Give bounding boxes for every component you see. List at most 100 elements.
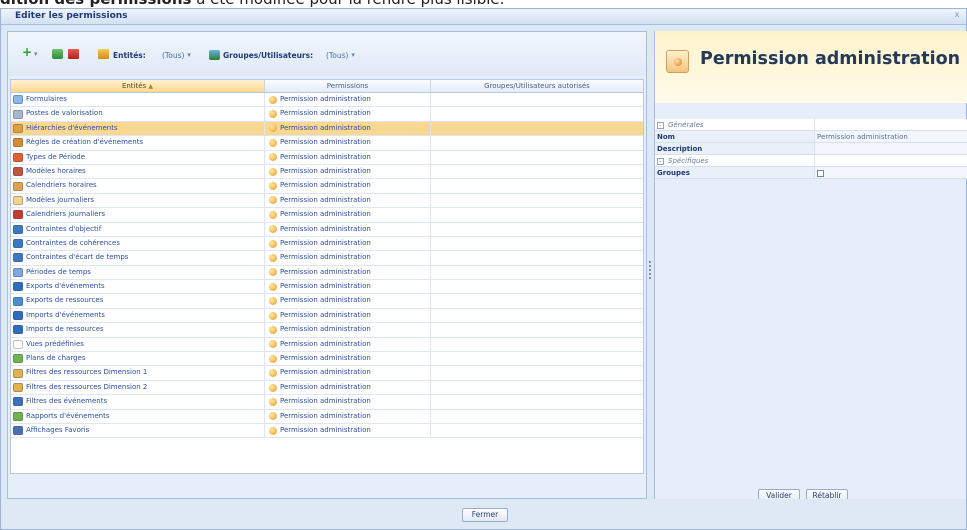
table-row[interactable]: Filtres des ressources Dimension 2 Permis…	[11, 380, 643, 396]
groups-cell[interactable]	[431, 237, 643, 250]
table-row[interactable]: Hiérarchies d'événements Permission admin…	[11, 121, 643, 137]
property-category[interactable]: - Générales	[655, 119, 967, 131]
add-icon[interactable]: +	[22, 45, 32, 59]
entity-cell[interactable]: Vues prédéfinies	[11, 337, 265, 352]
groups-cell[interactable]	[431, 338, 643, 351]
groups-cell[interactable]	[431, 309, 643, 322]
permission-cell[interactable]: Permission administration	[265, 294, 431, 308]
permission-cell[interactable]: Permission administration	[265, 395, 431, 409]
close-icon[interactable]: x	[952, 10, 962, 22]
permission-cell[interactable]: Permission administration	[265, 193, 431, 208]
property-row[interactable]: Description	[655, 143, 967, 155]
entity-cell[interactable]: Exports de ressources	[11, 294, 265, 308]
permission-cell[interactable]: Permission administration	[265, 179, 431, 193]
table-row[interactable]: Filtres des événements Permission adminis…	[11, 395, 643, 410]
entity-cell[interactable]: Périodes de temps	[11, 265, 265, 280]
groups-cell[interactable]	[431, 151, 643, 164]
table-row[interactable]: Vues prédéfinies Permission administratio…	[11, 337, 643, 353]
groups-cell[interactable]	[431, 410, 643, 423]
column-header-groups[interactable]: Groupes/Utilisateurs autorisés	[431, 80, 643, 92]
groups-cell[interactable]	[431, 93, 643, 106]
permission-cell[interactable]: Permission administration	[265, 93, 431, 107]
groups-cell[interactable]	[431, 266, 643, 279]
table-row[interactable]: Plans de charges Permission administratio…	[11, 352, 643, 367]
entity-cell[interactable]: Imports de ressources	[11, 323, 265, 337]
table-row[interactable]: Imports d'événements Permission administr…	[11, 308, 643, 324]
groups-filter-select[interactable]: (Tous) ▾	[326, 49, 355, 61]
permission-cell[interactable]: Permission administration	[265, 236, 431, 251]
close-button[interactable]: Fermer	[462, 508, 508, 522]
permission-cell[interactable]: Permission administration	[265, 308, 431, 323]
table-row[interactable]: Périodes de temps Permission administrati…	[11, 265, 643, 281]
collapse-icon[interactable]: -	[657, 157, 664, 165]
splitter-handle[interactable]	[649, 259, 652, 289]
groups-cell[interactable]	[431, 121, 643, 136]
permission-cell[interactable]: Permission administration	[265, 280, 431, 294]
entity-cell[interactable]: Filtres des ressources Dimension 1	[11, 366, 265, 380]
groups-cell[interactable]	[431, 366, 643, 379]
groups-cell[interactable]	[431, 165, 643, 178]
table-row[interactable]: Calendriers horaires Permission administr…	[11, 179, 643, 194]
entity-cell[interactable]: Filtres des ressources Dimension 2	[11, 380, 265, 395]
groups-cell[interactable]	[431, 179, 643, 192]
column-header-entities[interactable]: Entités ▲	[11, 80, 265, 92]
table-row[interactable]: Modèles journaliers Permission administra…	[11, 193, 643, 209]
groups-cell[interactable]	[431, 208, 643, 221]
entity-cell[interactable]: Calendriers horaires	[11, 179, 265, 193]
entity-cell[interactable]: Modèles horaires	[11, 164, 265, 179]
table-row[interactable]: Formulaires Permission administration	[11, 93, 643, 108]
groups-cell[interactable]	[431, 280, 643, 293]
entity-cell[interactable]: Exports d'événements	[11, 280, 265, 294]
permission-cell[interactable]: Permission administration	[265, 409, 431, 423]
groups-cell[interactable]	[431, 395, 643, 408]
column-header-permissions[interactable]: Permissions	[265, 80, 431, 92]
groups-cell[interactable]	[431, 223, 643, 236]
table-row[interactable]: Rapports d'événements Permission administ…	[11, 409, 643, 424]
entity-cell[interactable]: Modèles journaliers	[11, 193, 265, 208]
add-dropdown-icon[interactable]: ▾	[34, 48, 38, 60]
table-row[interactable]: Exports de ressources Permission administ…	[11, 294, 643, 309]
groups-cell[interactable]	[431, 323, 643, 336]
entities-filter-select[interactable]: (Tous) ▾	[162, 49, 191, 61]
permission-cell[interactable]: Permission administration	[265, 265, 431, 280]
groups-cell[interactable]	[431, 294, 643, 307]
groups-cell[interactable]	[431, 352, 643, 365]
permission-cell[interactable]: Permission administration	[265, 366, 431, 380]
property-value[interactable]	[815, 155, 967, 166]
entity-cell[interactable]: Plans de charges	[11, 352, 265, 366]
entity-cell[interactable]: Règles de création d'événements	[11, 136, 265, 150]
collapse-icon[interactable]: -	[657, 121, 664, 129]
entity-cell[interactable]: Hiérarchies d'événements	[11, 121, 265, 136]
property-value[interactable]: Permission administration	[815, 131, 967, 142]
permission-cell[interactable]: Permission administration	[265, 323, 431, 337]
entity-cell[interactable]: Filtres des événements	[11, 395, 265, 409]
table-row[interactable]: Filtres des ressources Dimension 1 Permis…	[11, 366, 643, 381]
table-row[interactable]: Calendriers journaliers Permission admini…	[11, 208, 643, 223]
refresh-icon[interactable]	[52, 49, 63, 59]
permission-cell[interactable]: Permission administration	[265, 121, 431, 136]
table-row[interactable]: Règles de création d'événements Permissio…	[11, 136, 643, 151]
table-row[interactable]: Exports d'événements Permission administr…	[11, 280, 643, 295]
permission-cell[interactable]: Permission administration	[265, 352, 431, 366]
groups-cell[interactable]	[431, 381, 643, 394]
entity-cell[interactable]: Contraintes de cohérences	[11, 236, 265, 251]
table-row[interactable]: Contraintes de cohérences Permission admi…	[11, 236, 643, 252]
entity-cell[interactable]: Affichages Favoris	[11, 423, 265, 438]
property-category[interactable]: - Spécifiques	[655, 155, 967, 167]
permission-cell[interactable]: Permission administration	[265, 380, 431, 395]
groups-cell[interactable]	[431, 136, 643, 149]
permission-cell[interactable]: Permission administration	[265, 164, 431, 179]
entity-cell[interactable]: Types de Période	[11, 150, 265, 164]
permission-cell[interactable]: Permission administration	[265, 136, 431, 150]
property-row[interactable]: Nom Permission administration	[655, 131, 967, 143]
table-row[interactable]: Types de Période Permission administratio…	[11, 150, 643, 165]
groups-cell[interactable]	[431, 107, 643, 120]
entity-cell[interactable]: Formulaires	[11, 93, 265, 107]
entity-cell[interactable]: Calendriers journaliers	[11, 208, 265, 222]
delete-icon[interactable]	[68, 49, 79, 59]
permission-cell[interactable]: Permission administration	[265, 337, 431, 352]
table-row[interactable]: Contraintes d'objectif Permission adminis…	[11, 222, 643, 237]
property-value[interactable]	[815, 143, 967, 154]
groups-checkbox[interactable]	[817, 169, 824, 177]
table-row[interactable]: Affichages Favoris Permission administrat…	[11, 423, 643, 439]
